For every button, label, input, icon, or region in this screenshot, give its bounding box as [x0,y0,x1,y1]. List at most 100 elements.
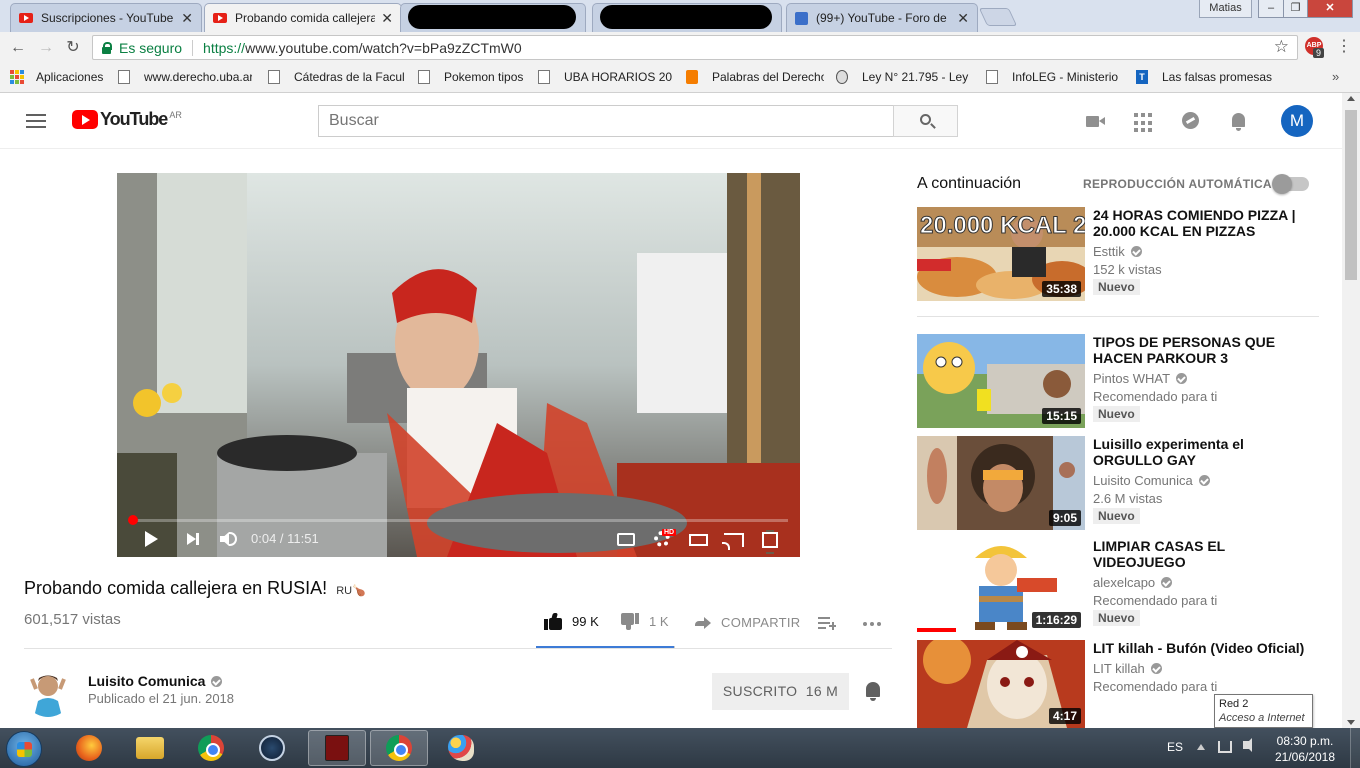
account-avatar[interactable]: M [1281,105,1313,137]
channel-avatar[interactable] [24,669,72,717]
next-icon[interactable] [187,533,199,545]
dislike-button[interactable]: 1 K [621,613,669,630]
bookmark-item[interactable]: Ley N° 21.795 - Ley d [836,70,972,84]
bookmark-item[interactable]: Palabras del Derecho [686,70,824,84]
cast-icon[interactable] [722,533,744,550]
verified-check-icon [1150,663,1162,674]
tab-suscripciones[interactable]: Suscripciones - YouTube ✕ [10,3,202,32]
page-icon [418,70,430,84]
language-indicator[interactable]: ES [1167,740,1183,754]
recommendation-item[interactable]: 1:16:29 LIMPIAR CASAS EL VIDEOJUEGO alex… [917,538,1319,632]
bookmark-item[interactable]: UBA HORARIOS 201 [538,70,672,84]
address-bar[interactable]: Es seguro https:// www.youtube.com/watch… [92,35,1298,60]
video-player[interactable]: 0:04 / 11:51 HD [117,173,800,557]
system-clock[interactable]: 08:30 p.m. 21/06/2018 [1270,733,1340,765]
taskbar-acrobat[interactable] [308,730,366,766]
profile-name[interactable]: Matias [1199,0,1252,18]
progress-bar[interactable] [128,515,788,525]
url-protocol: https:// [203,39,246,56]
subtitles-icon[interactable] [617,533,635,546]
video-thumbnail[interactable]: 20.000 KCAL 24H 35:38 [917,207,1085,301]
video-thumbnail[interactable]: 15:15 [917,334,1085,428]
bookmark-star-icon[interactable]: ☆ [1274,37,1289,57]
recommendation-title[interactable]: 24 HORAS COMIENDO PIZZA | 20.000 KCAL EN… [1093,207,1313,239]
theater-mode-icon[interactable] [689,534,708,546]
notifications-icon[interactable] [1229,111,1249,131]
recommendation-item[interactable]: 9:05 Luisillo experimenta el ORGULLO GAY… [917,436,1319,530]
start-button[interactable] [6,731,42,767]
bookmark-item[interactable]: T Las falsas promesas [1136,70,1272,84]
autoplay-label: REPRODUCCIÓN AUTOMÁTICA [1083,177,1272,191]
notification-bell-icon[interactable] [864,682,882,702]
recommendation-item[interactable]: 20.000 KCAL 24H 35:38 24 HORAS COMIENDO … [917,207,1319,301]
show-desktop-button[interactable] [1350,728,1360,768]
browser-menu-icon[interactable]: ⋮ [1336,36,1352,56]
recommendation-title[interactable]: TIPOS DE PERSONAS QUE HACEN PARKOUR 3 [1093,334,1313,366]
minimize-button[interactable]: – [1258,0,1284,18]
scroll-thumb[interactable] [1345,110,1357,280]
fullscreen-icon[interactable] [762,530,778,554]
recommendation-title[interactable]: LIMPIAR CASAS EL VIDEOJUEGO [1093,538,1313,570]
video-title-suffix: RU🍗 [336,585,366,597]
new-badge: Nuevo [1093,279,1140,295]
subscribed-button[interactable]: SUSCRITO 16 M [712,673,849,710]
close-icon[interactable]: ✕ [957,10,969,27]
bookmark-item[interactable]: Pokemon tipos [418,70,523,84]
add-to-playlist-icon[interactable] [818,616,836,630]
video-thumbnail[interactable]: 1:16:29 [917,538,1085,632]
taskbar-paint[interactable] [432,730,490,766]
share-button[interactable]: COMPARTIR [695,615,801,630]
play-icon[interactable] [145,531,158,547]
channel-name[interactable]: Luisito Comunica [88,673,223,689]
taskbar-chrome[interactable] [182,730,240,766]
taskbar-chrome-active[interactable] [370,730,428,766]
menu-icon[interactable] [26,114,46,132]
tray-flag-icon[interactable] [1197,742,1205,750]
page-scrollbar[interactable] [1342,93,1360,728]
video-thumbnail[interactable]: 9:05 [917,436,1085,530]
close-icon[interactable]: ✕ [181,10,193,27]
taskbar-firefox[interactable] [60,730,118,766]
taskbar-explorer[interactable] [121,730,179,766]
video-thumbnail[interactable]: 4:17 [917,640,1085,728]
back-arrow-icon[interactable]: ← [7,37,29,59]
taskbar-steam[interactable] [243,730,301,766]
recommendation-title[interactable]: LIT killah - Bufón (Video Oficial) [1093,640,1319,656]
bookmark-item[interactable]: www.derecho.uba.ar [118,70,252,84]
tab-probando-comida[interactable]: Probando comida callejera ✕ [204,3,402,32]
speaker-icon[interactable] [1243,738,1252,752]
network-icon[interactable] [1218,741,1232,753]
reload-icon[interactable]: ↻ [62,37,84,59]
recommendation-item[interactable]: 15:15 TIPOS DE PERSONAS QUE HACEN PARKOU… [917,334,1319,428]
video-title: Probando comida callejera en RUSIA! RU🍗 [24,578,366,599]
forward-arrow-icon[interactable]: → [35,37,57,59]
window-close-button[interactable]: ✕ [1307,0,1353,18]
channel-name-text: LIT killah [1093,661,1145,676]
upload-video-icon[interactable] [1085,111,1105,131]
search-button[interactable] [893,105,958,137]
network-tooltip: Red 2 Acceso a Internet [1214,694,1313,728]
apps-icon[interactable] [1134,113,1152,133]
bookmarks-overflow-icon[interactable]: » [1332,69,1339,84]
bookmark-apps[interactable]: Aplicaciones [10,70,103,84]
maximize-button[interactable]: ❐ [1283,0,1308,18]
bookmark-item[interactable]: Cátedras de la Facult [268,70,404,84]
channel-name-text: Luisito Comunica [1093,473,1193,488]
scrubber-handle[interactable] [128,515,138,525]
bookmark-item[interactable]: InfoLEG - Ministerio [986,70,1122,84]
scroll-up-arrow-icon[interactable] [1347,96,1355,101]
like-button[interactable]: 99 K [544,613,599,630]
country-code: AR [169,109,182,120]
close-icon[interactable]: ✕ [381,10,393,27]
scroll-down-arrow-icon[interactable] [1347,720,1355,725]
new-tab-button[interactable] [978,8,1018,26]
tab-foro[interactable]: (99+) YouTube - Foro de ✕ [786,3,978,32]
more-actions-icon[interactable] [863,622,881,626]
video-frame [117,173,800,557]
recommendation-title[interactable]: Luisillo experimenta el ORGULLO GAY [1093,436,1313,468]
messages-icon[interactable] [1181,111,1201,131]
verified-check-icon [1176,373,1188,384]
autoplay-toggle[interactable] [1272,174,1309,194]
search-input[interactable] [318,105,894,137]
youtube-logo[interactable]: YouTube AR [72,109,182,130]
